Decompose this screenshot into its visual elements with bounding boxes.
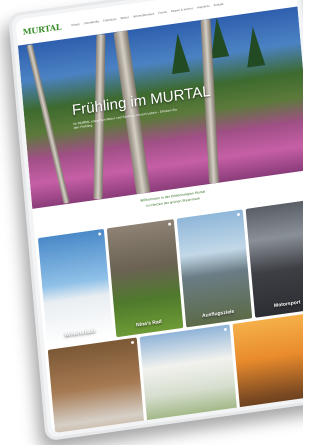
site-logo[interactable]: MURTAL xyxy=(22,22,61,37)
menu-item[interactable]: Erlebnisse xyxy=(103,17,117,22)
tree-icon xyxy=(243,25,266,68)
menu-item[interactable]: Winter xyxy=(120,16,129,20)
menu-item[interactable]: Kontakt xyxy=(214,2,224,6)
tile-badge-icon xyxy=(98,232,102,236)
birch-trunk xyxy=(26,44,70,205)
tile-fruehling[interactable] xyxy=(139,324,239,434)
tile-kulinarik[interactable] xyxy=(47,337,147,434)
tile-winterurlaub[interactable]: Winterurlaub xyxy=(37,228,114,347)
tile-badge-icon xyxy=(236,212,240,217)
tile-label: Ausflugsziele xyxy=(201,308,235,320)
tile-kultur[interactable] xyxy=(232,311,303,433)
menu-item[interactable]: Urlaub xyxy=(71,22,80,26)
tile-badge-icon xyxy=(131,340,135,345)
tile-ninas-rad[interactable]: Nina's Rad xyxy=(107,219,183,338)
tile-motorsport[interactable]: Motorsport xyxy=(245,199,303,318)
background: MURTAL Urlaub Unterkünfte Erlebnisse Win… xyxy=(0,0,303,445)
menu-item[interactable]: Region & Service xyxy=(171,7,193,13)
tile-badge-icon xyxy=(223,327,227,332)
menu-item[interactable]: Events xyxy=(158,10,167,14)
website-screen: MURTAL Urlaub Unterkünfte Erlebnisse Win… xyxy=(15,0,303,434)
menu-item[interactable]: Veranstaltungen xyxy=(133,12,155,18)
tile-label: Nina's Rad xyxy=(135,318,163,329)
menu-item[interactable]: Unterkünfte xyxy=(84,20,100,25)
tile-badge-icon xyxy=(167,222,171,226)
tile-label: Winterurlaub xyxy=(64,328,96,339)
menu-item[interactable]: Angebote xyxy=(197,4,210,9)
tablet-device: MURTAL Urlaub Unterkünfte Erlebnisse Win… xyxy=(8,0,303,442)
tree-icon xyxy=(168,32,191,75)
tile-ausflugsziele[interactable]: Ausflugsziele xyxy=(176,209,252,328)
tile-label: Motorsport xyxy=(273,299,301,310)
